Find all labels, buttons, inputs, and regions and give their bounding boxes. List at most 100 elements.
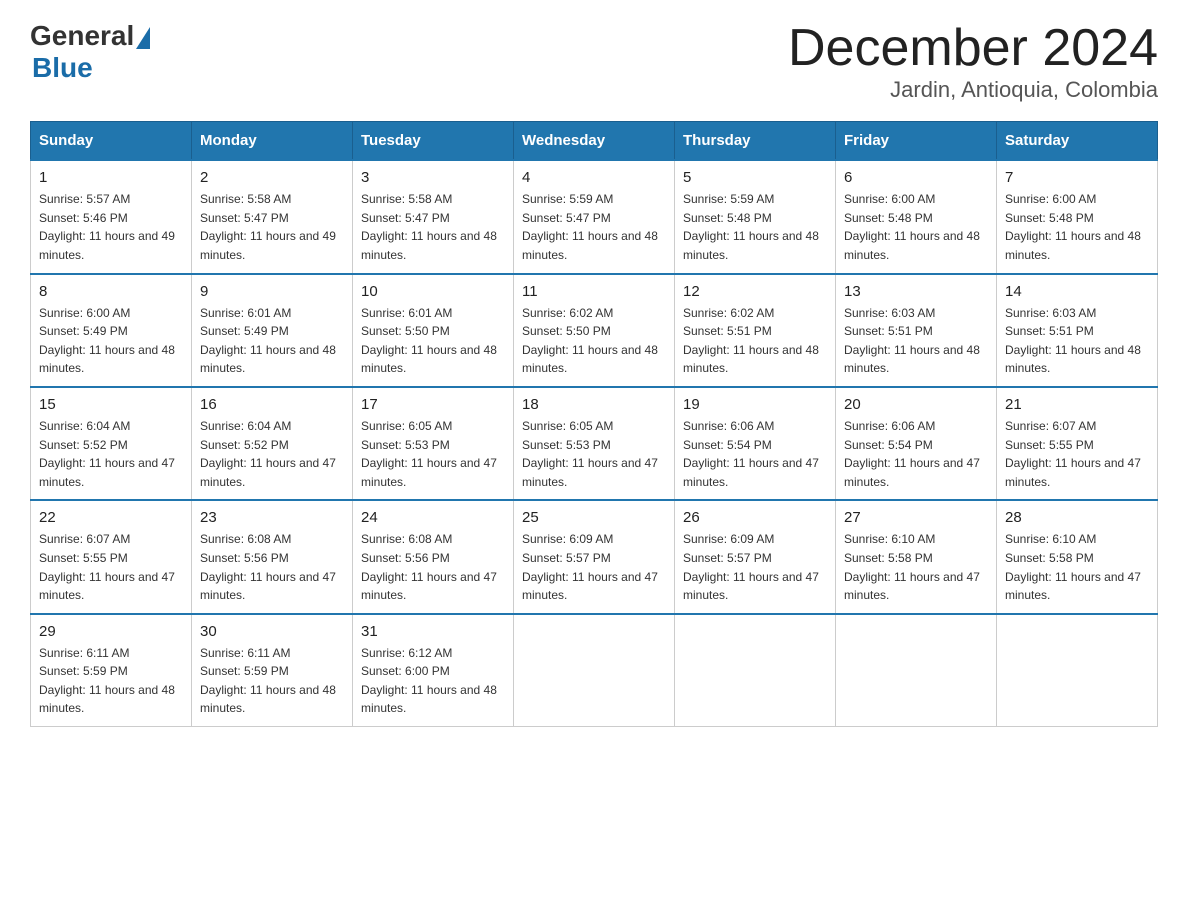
day-info: Sunrise: 6:10 AMSunset: 5:58 PMDaylight:… <box>1005 530 1149 604</box>
title-section: December 2024 Jardin, Antioquia, Colombi… <box>788 20 1158 103</box>
day-info: Sunrise: 6:00 AMSunset: 5:49 PMDaylight:… <box>39 304 183 378</box>
calendar-cell: 7Sunrise: 6:00 AMSunset: 5:48 PMDaylight… <box>997 160 1158 273</box>
calendar-cell: 5Sunrise: 5:59 AMSunset: 5:48 PMDaylight… <box>675 160 836 273</box>
day-info: Sunrise: 5:58 AMSunset: 5:47 PMDaylight:… <box>200 190 344 264</box>
day-number: 27 <box>844 509 988 526</box>
day-info: Sunrise: 6:08 AMSunset: 5:56 PMDaylight:… <box>200 530 344 604</box>
day-number: 23 <box>200 509 344 526</box>
calendar-cell: 1 Sunrise: 5:57 AMSunset: 5:46 PMDaylight… <box>31 160 192 273</box>
weekday-header-thursday: Thursday <box>675 122 836 161</box>
day-info: Sunrise: 6:07 AMSunset: 5:55 PMDaylight:… <box>1005 417 1149 491</box>
week-row-3: 15 Sunrise: 6:04 AMSunset: 5:52 PMDayligh… <box>31 387 1158 500</box>
day-number: 25 <box>522 509 666 526</box>
calendar-cell: 10Sunrise: 6:01 AMSunset: 5:50 PMDayligh… <box>353 274 514 387</box>
calendar-cell: 11 Sunrise: 6:02 AMSunset: 5:50 PMDayligh… <box>514 274 675 387</box>
calendar-cell: 13 Sunrise: 6:03 AMSunset: 5:51 PMDayligh… <box>836 274 997 387</box>
weekday-header-saturday: Saturday <box>997 122 1158 161</box>
day-number: 1 <box>39 169 183 186</box>
weekday-header-friday: Friday <box>836 122 997 161</box>
calendar-cell: 25 Sunrise: 6:09 AMSunset: 5:57 PMDayligh… <box>514 500 675 613</box>
day-info: Sunrise: 6:04 AMSunset: 5:52 PMDaylight:… <box>39 417 183 491</box>
day-number: 3 <box>361 169 505 186</box>
day-info: Sunrise: 6:11 AMSunset: 5:59 PMDaylight:… <box>39 644 183 718</box>
day-number: 8 <box>39 283 183 300</box>
day-info: Sunrise: 6:09 AMSunset: 5:57 PMDaylight:… <box>683 530 827 604</box>
day-info: Sunrise: 6:01 AMSunset: 5:49 PMDaylight:… <box>200 304 344 378</box>
calendar-cell: 9 Sunrise: 6:01 AMSunset: 5:49 PMDaylight… <box>192 274 353 387</box>
day-info: Sunrise: 5:58 AMSunset: 5:47 PMDaylight:… <box>361 190 505 264</box>
calendar-cell <box>997 614 1158 727</box>
calendar-cell: 21 Sunrise: 6:07 AMSunset: 5:55 PMDayligh… <box>997 387 1158 500</box>
week-row-4: 22 Sunrise: 6:07 AMSunset: 5:55 PMDayligh… <box>31 500 1158 613</box>
calendar-cell: 20 Sunrise: 6:06 AMSunset: 5:54 PMDayligh… <box>836 387 997 500</box>
calendar-cell: 31 Sunrise: 6:12 AMSunset: 6:00 PMDayligh… <box>353 614 514 727</box>
day-info: Sunrise: 6:03 AMSunset: 5:51 PMDaylight:… <box>844 304 988 378</box>
day-info: Sunrise: 6:10 AMSunset: 5:58 PMDaylight:… <box>844 530 988 604</box>
day-info: Sunrise: 6:05 AMSunset: 5:53 PMDaylight:… <box>361 417 505 491</box>
day-number: 4 <box>522 169 666 186</box>
day-info: Sunrise: 6:12 AMSunset: 6:00 PMDaylight:… <box>361 644 505 718</box>
day-info: Sunrise: 6:06 AMSunset: 5:54 PMDaylight:… <box>844 417 988 491</box>
day-info: Sunrise: 6:00 AMSunset: 5:48 PMDaylight:… <box>844 190 988 264</box>
calendar-table: SundayMondayTuesdayWednesdayThursdayFrid… <box>30 121 1158 727</box>
calendar-cell: 2Sunrise: 5:58 AMSunset: 5:47 PMDaylight… <box>192 160 353 273</box>
calendar-cell <box>514 614 675 727</box>
day-number: 29 <box>39 623 183 640</box>
day-number: 21 <box>1005 396 1149 413</box>
day-info: Sunrise: 5:59 AMSunset: 5:48 PMDaylight:… <box>683 190 827 264</box>
logo: General Blue <box>30 20 150 84</box>
location-text: Jardin, Antioquia, Colombia <box>788 77 1158 103</box>
weekday-header-wednesday: Wednesday <box>514 122 675 161</box>
day-number: 22 <box>39 509 183 526</box>
day-number: 19 <box>683 396 827 413</box>
day-number: 7 <box>1005 169 1149 186</box>
month-title: December 2024 <box>788 20 1158 77</box>
day-number: 9 <box>200 283 344 300</box>
day-info: Sunrise: 5:57 AMSunset: 5:46 PMDaylight:… <box>39 190 183 264</box>
day-info: Sunrise: 6:11 AMSunset: 5:59 PMDaylight:… <box>200 644 344 718</box>
day-number: 13 <box>844 283 988 300</box>
calendar-cell: 8 Sunrise: 6:00 AMSunset: 5:49 PMDaylight… <box>31 274 192 387</box>
day-info: Sunrise: 6:09 AMSunset: 5:57 PMDaylight:… <box>522 530 666 604</box>
day-number: 28 <box>1005 509 1149 526</box>
calendar-cell: 24Sunrise: 6:08 AMSunset: 5:56 PMDayligh… <box>353 500 514 613</box>
calendar-cell: 19 Sunrise: 6:06 AMSunset: 5:54 PMDayligh… <box>675 387 836 500</box>
calendar-cell: 3 Sunrise: 5:58 AMSunset: 5:47 PMDaylight… <box>353 160 514 273</box>
day-number: 14 <box>1005 283 1149 300</box>
page-header: General Blue December 2024 Jardin, Antio… <box>30 20 1158 103</box>
week-row-5: 29 Sunrise: 6:11 AMSunset: 5:59 PMDayligh… <box>31 614 1158 727</box>
day-number: 6 <box>844 169 988 186</box>
day-info: Sunrise: 6:07 AMSunset: 5:55 PMDaylight:… <box>39 530 183 604</box>
day-number: 31 <box>361 623 505 640</box>
calendar-cell: 6 Sunrise: 6:00 AMSunset: 5:48 PMDaylight… <box>836 160 997 273</box>
day-info: Sunrise: 6:05 AMSunset: 5:53 PMDaylight:… <box>522 417 666 491</box>
day-info: Sunrise: 6:02 AMSunset: 5:51 PMDaylight:… <box>683 304 827 378</box>
day-number: 30 <box>200 623 344 640</box>
week-row-2: 8 Sunrise: 6:00 AMSunset: 5:49 PMDaylight… <box>31 274 1158 387</box>
calendar-cell: 17 Sunrise: 6:05 AMSunset: 5:53 PMDayligh… <box>353 387 514 500</box>
calendar-cell: 14Sunrise: 6:03 AMSunset: 5:51 PMDayligh… <box>997 274 1158 387</box>
day-info: Sunrise: 6:02 AMSunset: 5:50 PMDaylight:… <box>522 304 666 378</box>
calendar-cell: 29 Sunrise: 6:11 AMSunset: 5:59 PMDayligh… <box>31 614 192 727</box>
day-info: Sunrise: 6:08 AMSunset: 5:56 PMDaylight:… <box>361 530 505 604</box>
calendar-cell: 23 Sunrise: 6:08 AMSunset: 5:56 PMDayligh… <box>192 500 353 613</box>
day-info: Sunrise: 5:59 AMSunset: 5:47 PMDaylight:… <box>522 190 666 264</box>
logo-triangle-icon <box>136 27 150 49</box>
day-number: 20 <box>844 396 988 413</box>
day-info: Sunrise: 6:06 AMSunset: 5:54 PMDaylight:… <box>683 417 827 491</box>
logo-general-text: General <box>30 20 134 52</box>
weekday-header-sunday: Sunday <box>31 122 192 161</box>
weekday-header-row: SundayMondayTuesdayWednesdayThursdayFrid… <box>31 122 1158 161</box>
calendar-cell: 27 Sunrise: 6:10 AMSunset: 5:58 PMDayligh… <box>836 500 997 613</box>
day-number: 16 <box>200 396 344 413</box>
day-number: 12 <box>683 283 827 300</box>
day-number: 11 <box>522 283 666 300</box>
week-row-1: 1 Sunrise: 5:57 AMSunset: 5:46 PMDaylight… <box>31 160 1158 273</box>
day-number: 18 <box>522 396 666 413</box>
day-number: 26 <box>683 509 827 526</box>
calendar-cell: 16Sunrise: 6:04 AMSunset: 5:52 PMDayligh… <box>192 387 353 500</box>
calendar-cell: 26 Sunrise: 6:09 AMSunset: 5:57 PMDayligh… <box>675 500 836 613</box>
logo-blue-text: Blue <box>32 52 93 84</box>
day-number: 15 <box>39 396 183 413</box>
day-number: 17 <box>361 396 505 413</box>
